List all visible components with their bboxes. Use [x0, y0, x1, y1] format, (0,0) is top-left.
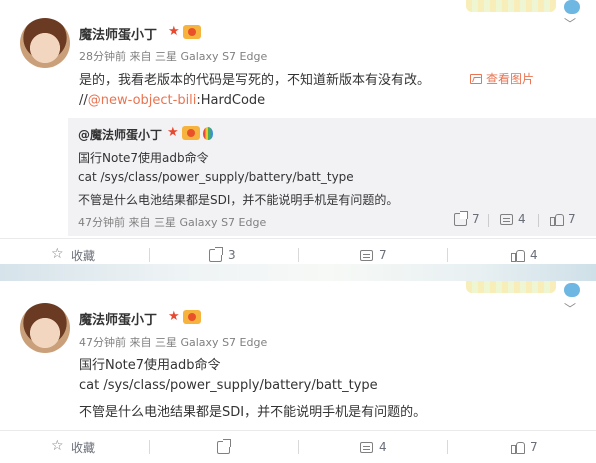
- divider: [149, 248, 150, 262]
- chevron-down-icon[interactable]: ﹀: [564, 303, 576, 315]
- image-icon: [470, 73, 482, 84]
- repost-author-badges: ★: [167, 126, 213, 140]
- comment-icon: [360, 249, 373, 261]
- comment-icon: [360, 441, 373, 453]
- divider: [447, 248, 448, 262]
- forward-button[interactable]: [217, 431, 236, 463]
- star-icon[interactable]: ★: [168, 25, 180, 39]
- divider: [298, 440, 299, 454]
- comment-button[interactable]: 4: [360, 431, 387, 463]
- post-text-line-2: cat /sys/class/power_supply/battery/batt…: [79, 378, 378, 393]
- repost-like-count: 7: [568, 212, 576, 226]
- post-meta[interactable]: 28分钟前 来自 三星 Galaxy S7 Edge: [79, 48, 267, 64]
- favorite-label: 收藏: [71, 440, 96, 455]
- repost-like-button[interactable]: 7: [550, 212, 576, 226]
- decoration-badge-icon: [564, 0, 580, 14]
- weibo-feed: ﹀ 魔法师蛋小丁 ★ 28分钟前 来自 三星 Galaxy S7 Edge 是的…: [0, 0, 596, 463]
- repost-box[interactable]: @魔法师蛋小丁 ★ 国行Note7使用adb命令 cat /sys/class/…: [68, 118, 596, 236]
- favorite-label: 收藏: [71, 248, 96, 263]
- favorite-button[interactable]: 收藏: [51, 431, 96, 463]
- view-image-link[interactable]: 查看图片: [470, 70, 534, 87]
- favorite-star-icon: [51, 438, 65, 454]
- feed-separator: [0, 264, 596, 281]
- divider: [149, 440, 150, 454]
- view-image-label: 查看图片: [486, 72, 535, 86]
- forward-count: 3: [228, 248, 236, 262]
- chevron-down-icon[interactable]: ﹀: [564, 18, 576, 30]
- forward-icon: [217, 438, 231, 454]
- avatar[interactable]: [20, 303, 70, 353]
- decoration-badge-icon: [564, 283, 580, 297]
- like-count: 7: [530, 440, 538, 454]
- username[interactable]: 魔法师蛋小丁: [79, 24, 157, 43]
- like-button[interactable]: 7: [511, 431, 538, 463]
- divider: [538, 214, 539, 227]
- level-icon[interactable]: [182, 310, 201, 324]
- user-badges: ★: [168, 25, 201, 39]
- like-icon: [511, 441, 525, 454]
- mention-prefix: //: [79, 93, 88, 108]
- avatar[interactable]: [20, 18, 70, 68]
- like-icon: [511, 249, 525, 262]
- comment-count: 4: [379, 440, 387, 454]
- balloon-icon[interactable]: [202, 126, 213, 140]
- favorite-star-icon: [51, 246, 65, 262]
- forward-icon: [454, 210, 468, 226]
- like-count: 4: [530, 248, 538, 262]
- repost-text-line-3: 不管是什么电池结果都是SDI，并不能说明手机是有问题的。: [78, 193, 399, 207]
- star-icon[interactable]: ★: [167, 126, 179, 140]
- mention-suffix: :HardCode: [196, 93, 266, 108]
- level-icon[interactable]: [181, 126, 200, 140]
- repost-text-line-2: cat /sys/class/power_supply/battery/batt…: [78, 170, 354, 184]
- repost-meta[interactable]: 47分钟前 来自 三星 Galaxy S7 Edge: [78, 214, 266, 230]
- card-decoration: [466, 0, 556, 12]
- level-icon[interactable]: [182, 25, 201, 39]
- post-text-line-1: 国行Note7使用adb命令: [79, 358, 221, 373]
- divider: [298, 248, 299, 262]
- post-text: 是的，我看老版本的代码是写死的，不知道新版本有没有改。: [79, 73, 431, 88]
- post-card-1: ﹀ 魔法师蛋小丁 ★ 28分钟前 来自 三星 Galaxy S7 Edge 是的…: [0, 0, 596, 264]
- username[interactable]: 魔法师蛋小丁: [79, 309, 157, 328]
- user-badges: ★: [168, 310, 201, 324]
- comment-count: 7: [379, 248, 387, 262]
- repost-forward-count: 7: [472, 212, 480, 226]
- action-bar: 收藏 4 7: [0, 430, 596, 462]
- repost-comment-button[interactable]: 4: [500, 212, 526, 226]
- post-card-2: ﹀ 魔法师蛋小丁 ★ 47分钟前 来自 三星 Galaxy S7 Edge 国行…: [0, 281, 596, 463]
- post-meta[interactable]: 47分钟前 来自 三星 Galaxy S7 Edge: [79, 334, 267, 350]
- comment-icon: [500, 213, 513, 225]
- repost-text-line-1: 国行Note7使用adb命令: [78, 151, 209, 165]
- post-text-line-3: 不管是什么电池结果都是SDI，并不能说明手机是有问题的。: [79, 405, 427, 420]
- card-decoration: [466, 281, 556, 293]
- star-icon[interactable]: ★: [168, 310, 180, 324]
- like-icon: [550, 213, 564, 226]
- repost-forward-button[interactable]: 7: [454, 210, 480, 226]
- divider: [447, 440, 448, 454]
- repost-author[interactable]: @魔法师蛋小丁: [78, 126, 162, 143]
- divider: [488, 214, 489, 227]
- repost-comment-count: 4: [518, 212, 526, 226]
- mention-line: //@new-object-bili:HardCode: [79, 93, 265, 108]
- mention-link[interactable]: @new-object-bili: [88, 93, 197, 108]
- forward-icon: [209, 246, 223, 262]
